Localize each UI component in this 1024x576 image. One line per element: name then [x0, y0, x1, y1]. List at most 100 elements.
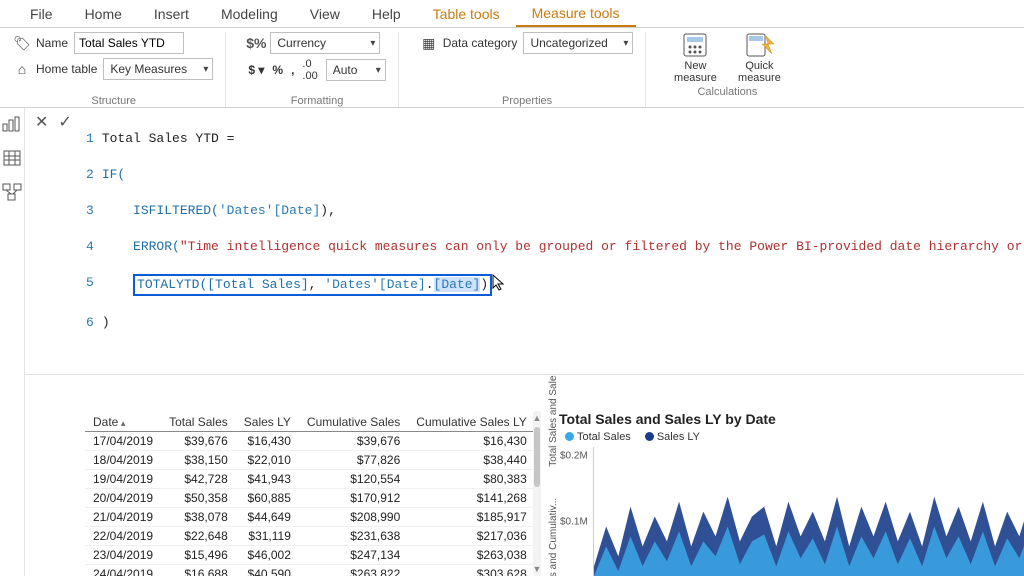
table-row[interactable]: 20/04/2019$50,358$60,885$170,912$141,268 [85, 489, 535, 508]
table-cell: 17/04/2019 [85, 432, 161, 451]
table-cell: $44,649 [236, 508, 299, 527]
code-token: ERROR( [133, 238, 180, 256]
new-measure-label: New measure [668, 60, 722, 84]
format-select[interactable]: Currency [270, 32, 380, 54]
ribbon-tabs: File Home Insert Modeling View Help Tabl… [0, 0, 1024, 28]
table-row[interactable]: 24/04/2019$16,688$40,590$263,822$303,628 [85, 565, 535, 576]
column-header[interactable]: Cumulative Sales LY [408, 411, 535, 432]
column-header[interactable]: Cumulative Sales [299, 411, 408, 432]
table-row[interactable]: 21/04/2019$38,078$44,649$208,990$185,917 [85, 508, 535, 527]
data-view-icon[interactable] [0, 148, 24, 168]
group-properties: ▦ Data category Uncategorized Properties [417, 32, 647, 107]
column-header[interactable]: Sales LY [236, 411, 299, 432]
tab-home[interactable]: Home [69, 0, 138, 27]
tab-insert[interactable]: Insert [138, 0, 205, 27]
code-token-selected: [Date] [434, 277, 481, 292]
new-measure-button[interactable]: New measure [668, 32, 722, 84]
commit-formula-icon[interactable]: ✓ [58, 112, 71, 132]
home-icon: ⌂ [14, 61, 30, 77]
group-calculations: New measure Quick measure Calculations [664, 32, 798, 107]
tab-modeling[interactable]: Modeling [205, 0, 294, 27]
legend-dot-icon [645, 432, 654, 441]
table-cell: 20/04/2019 [85, 489, 161, 508]
table-scrollbar[interactable]: ▲ ▼ [533, 411, 541, 576]
measure-name-input[interactable] [74, 32, 184, 54]
currency-button[interactable]: $ ▾ [248, 63, 264, 77]
report-view-icon[interactable] [0, 114, 24, 134]
comma-button[interactable]: , [291, 63, 294, 77]
decimals-select[interactable]: Auto [326, 59, 386, 81]
table-row[interactable]: 19/04/2019$42,728$41,943$120,554$80,383 [85, 470, 535, 489]
column-header[interactable]: Date [85, 411, 161, 432]
code-line: ) [102, 314, 110, 332]
table-cell: $263,038 [408, 546, 535, 565]
scroll-down-icon[interactable]: ▼ [533, 564, 542, 574]
code-token: ) [480, 277, 488, 292]
table-cell: $217,036 [408, 527, 535, 546]
table-cell: $16,688 [161, 565, 236, 576]
table-cell: 19/04/2019 [85, 470, 161, 489]
table-cell: 18/04/2019 [85, 451, 161, 470]
table-cell: $39,676 [161, 432, 236, 451]
data-table-visual[interactable]: DateTotal SalesSales LYCumulative SalesC… [85, 411, 515, 576]
table-cell: $247,134 [299, 546, 408, 565]
group-structure: 🏷 Name ⌂ Home table Key Measures Structu… [10, 32, 226, 107]
scroll-thumb[interactable] [534, 427, 540, 487]
tab-view[interactable]: View [294, 0, 356, 27]
table-cell: $263,822 [299, 565, 408, 576]
table-cell: $303,628 [408, 565, 535, 576]
table-cell: $39,676 [299, 432, 408, 451]
table-row[interactable]: 18/04/2019$38,150$22,010$77,826$38,440 [85, 451, 535, 470]
table-row[interactable]: 23/04/2019$15,496$46,002$247,134$263,038 [85, 546, 535, 565]
table-cell: $38,078 [161, 508, 236, 527]
data-category-select[interactable]: Uncategorized [523, 32, 633, 54]
table-cell: $31,119 [236, 527, 299, 546]
code-token: 'Dates'[Date] [219, 202, 320, 220]
code-line: Total Sales YTD = [102, 130, 235, 148]
scroll-up-icon[interactable]: ▲ [533, 413, 542, 423]
y-tick: $0.2M [560, 450, 588, 461]
code-token: . [426, 277, 434, 292]
table-cell: $38,440 [408, 451, 535, 470]
group-label-formatting: Formatting [248, 95, 385, 107]
tab-table-tools[interactable]: Table tools [417, 0, 516, 27]
format-icon: $% [248, 35, 264, 51]
calculator-icon [679, 32, 711, 58]
y-axis-label: Cumulative Sales and Cumulativ... [548, 498, 559, 576]
table-cell: 21/04/2019 [85, 508, 161, 527]
tab-help[interactable]: Help [356, 0, 417, 27]
table-row[interactable]: 22/04/2019$22,648$31,119$231,638$217,036 [85, 527, 535, 546]
table-cell: $120,554 [299, 470, 408, 489]
table-cell: $185,917 [408, 508, 535, 527]
name-label: Name [36, 36, 68, 50]
table-cell: $22,648 [161, 527, 236, 546]
table-cell: $16,430 [236, 432, 299, 451]
column-header[interactable]: Total Sales [161, 411, 236, 432]
tab-file[interactable]: File [14, 0, 69, 27]
y-tick: $0.1M [560, 516, 588, 527]
category-icon: ▦ [421, 35, 437, 51]
table-cell: $40,590 [236, 565, 299, 576]
chart-legend: Total Sales Sales LY [565, 431, 1024, 443]
chart-title: Total Sales and Sales LY by Date [559, 411, 1024, 427]
table-cell: $77,826 [299, 451, 408, 470]
group-label-structure: Structure [14, 95, 213, 107]
code-token: TOTALYTD( [137, 277, 207, 292]
table-cell: 22/04/2019 [85, 527, 161, 546]
code-token: ), [320, 202, 336, 220]
tab-measure-tools[interactable]: Measure tools [516, 0, 636, 27]
decimals-icon: .0.00 [302, 58, 317, 82]
chart-1[interactable]: Total Sales and Sales LY by Date Total S… [559, 411, 1024, 576]
table-cell: $60,885 [236, 489, 299, 508]
table-row[interactable]: 17/04/2019$39,676$16,430$39,676$16,430 [85, 432, 535, 451]
formula-editor[interactable]: 1Total Sales YTD = 2IF( 3 ISFILTERED('Da… [82, 108, 1024, 374]
quick-measure-icon [743, 32, 775, 58]
home-table-label: Home table [36, 62, 97, 76]
quick-measure-button[interactable]: Quick measure [732, 32, 786, 84]
ribbon-body: 🏷 Name ⌂ Home table Key Measures Structu… [0, 28, 1024, 108]
percent-button[interactable]: % [272, 63, 283, 77]
model-view-icon[interactable] [0, 182, 24, 202]
home-table-select[interactable]: Key Measures [103, 58, 213, 80]
cancel-formula-icon[interactable]: ✕ [35, 112, 48, 132]
table-cell: $41,943 [236, 470, 299, 489]
